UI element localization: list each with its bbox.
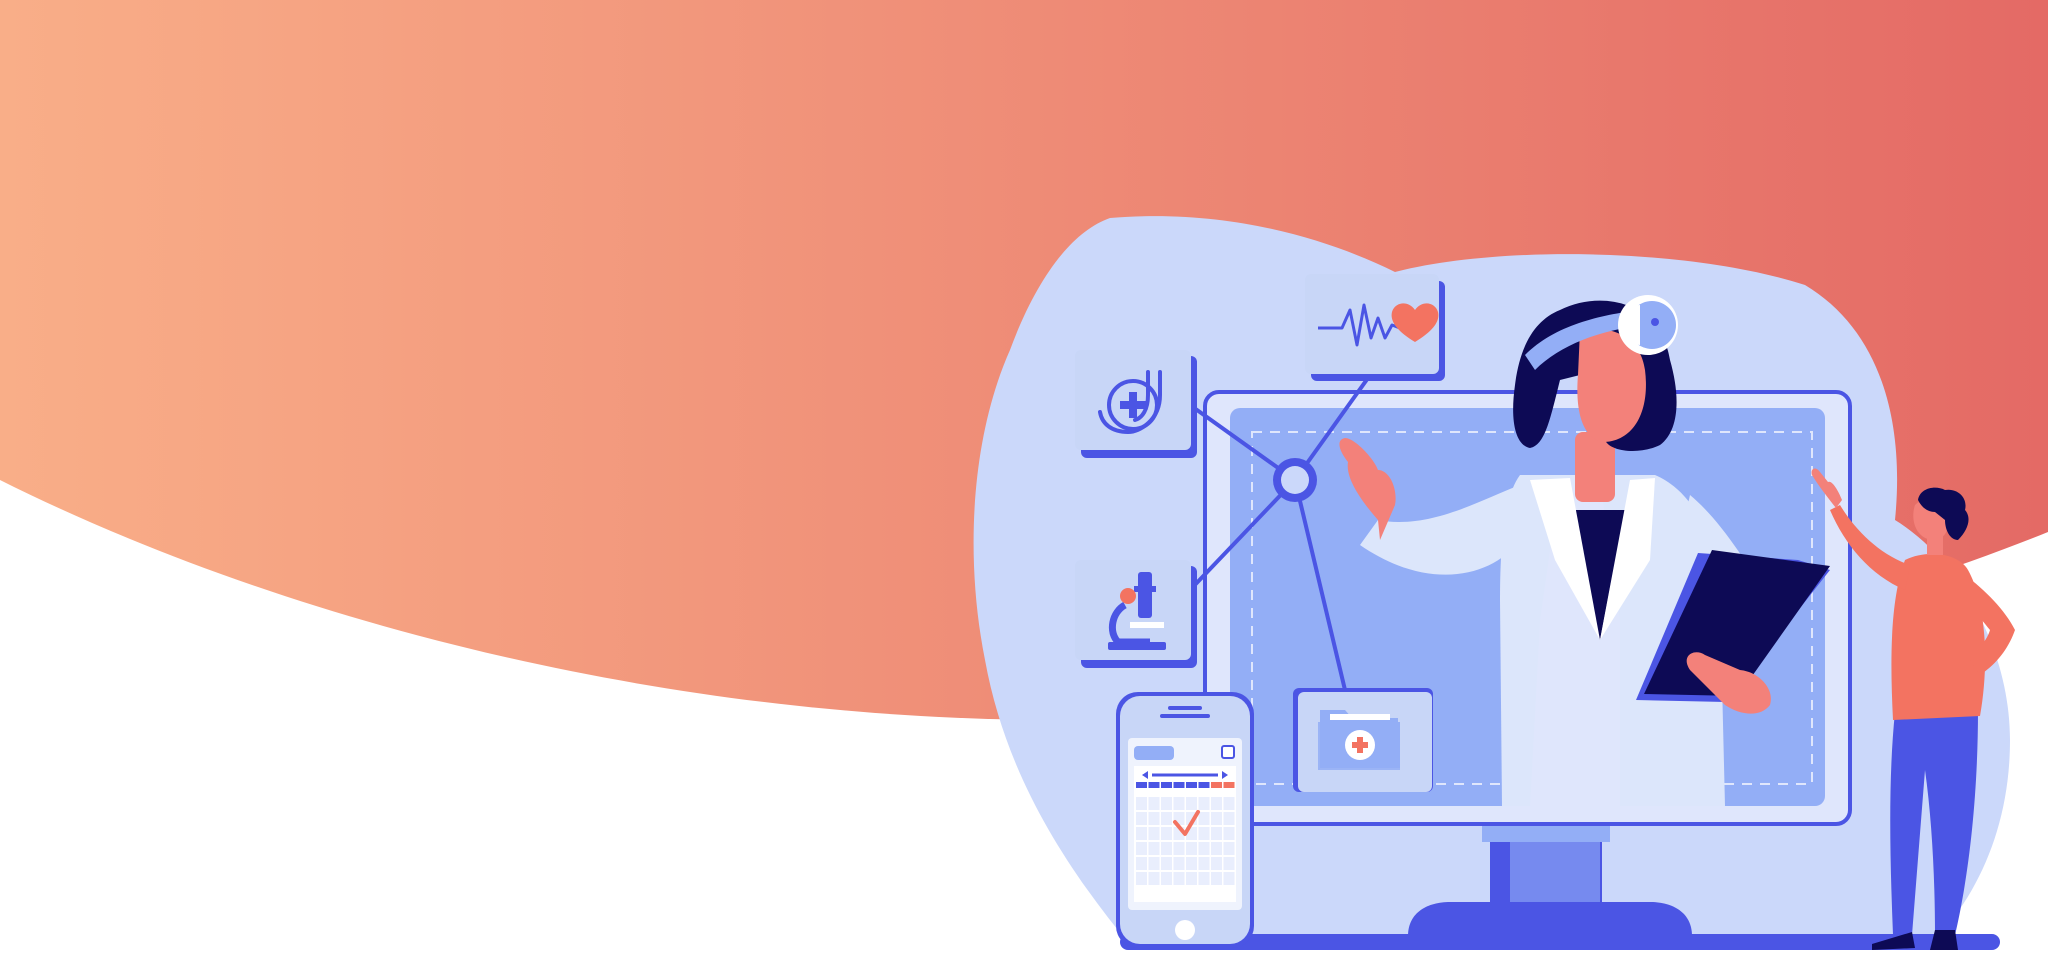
calendar-cell [1136, 827, 1147, 840]
microscope-card [1075, 560, 1197, 668]
heartbeat-card [1305, 274, 1445, 381]
calendar-cell [1211, 797, 1222, 810]
calendar-cell [1198, 827, 1210, 840]
calendar-cell [1211, 827, 1222, 840]
monitor-neck-shade [1510, 842, 1600, 902]
calendar-cell [1161, 872, 1172, 885]
calendar-cell [1136, 797, 1147, 810]
calendar-cell [1136, 857, 1147, 870]
calendar-cell [1223, 782, 1235, 788]
calendar-cell [1211, 857, 1222, 870]
calendar-cell [1186, 782, 1197, 788]
calendar-cell [1223, 857, 1235, 870]
calendar-cell [1161, 797, 1172, 810]
calendar-cell [1198, 872, 1210, 885]
calendar-cell [1161, 857, 1172, 870]
calendar-cell [1148, 827, 1160, 840]
calendar-cell [1186, 842, 1197, 855]
calendar-cell [1198, 797, 1210, 810]
calendar-cell [1211, 872, 1222, 885]
calendar-cell [1148, 797, 1160, 810]
calendar-cell [1136, 782, 1147, 788]
calendar-cell [1148, 872, 1160, 885]
monitor-neck-top [1482, 826, 1610, 842]
calendar-cell [1148, 842, 1160, 855]
head-mirror-icon [1618, 295, 1678, 355]
calendar-cell [1198, 782, 1210, 788]
telemedicine-illustration [0, 0, 2048, 950]
calendar-cell [1186, 872, 1197, 885]
calendar-cell [1223, 797, 1235, 810]
calendar-cell [1211, 782, 1222, 788]
calendar-cell [1161, 842, 1172, 855]
calendar-cell [1198, 842, 1210, 855]
stethoscope-card [1075, 350, 1197, 458]
calendar-cell [1173, 857, 1185, 870]
calendar-cell [1223, 842, 1235, 855]
calendar-cell [1211, 842, 1222, 855]
calendar-cell [1223, 812, 1235, 825]
calendar-cell [1223, 827, 1235, 840]
calendar-cell [1148, 812, 1160, 825]
calendar-cell [1223, 872, 1235, 885]
network-hub-icon [1273, 458, 1317, 502]
calendar-cell [1173, 872, 1185, 885]
monitor-base [1408, 902, 1692, 936]
floor-line [1120, 934, 2000, 950]
patient-neck [1927, 535, 1943, 555]
calendar-cell [1198, 812, 1210, 825]
calendar-cell [1173, 797, 1185, 810]
smartphone [1116, 692, 1254, 948]
medical-folder-card [1293, 688, 1433, 792]
calendar-cell [1148, 782, 1160, 788]
calendar-cell [1186, 857, 1197, 870]
calendar-cell [1148, 857, 1160, 870]
calendar-cell [1161, 827, 1172, 840]
calendar-cell [1211, 812, 1222, 825]
calendar-cell [1186, 797, 1197, 810]
medical-folder-icon [1318, 710, 1400, 770]
calendar-cell [1198, 857, 1210, 870]
calendar-cell [1173, 842, 1185, 855]
calendar-cell [1161, 812, 1172, 825]
calendar-cell [1136, 812, 1147, 825]
calendar-cell [1161, 782, 1172, 788]
calendar-cell [1173, 782, 1185, 788]
calendar-cell [1136, 872, 1147, 885]
calendar-cell [1136, 842, 1147, 855]
